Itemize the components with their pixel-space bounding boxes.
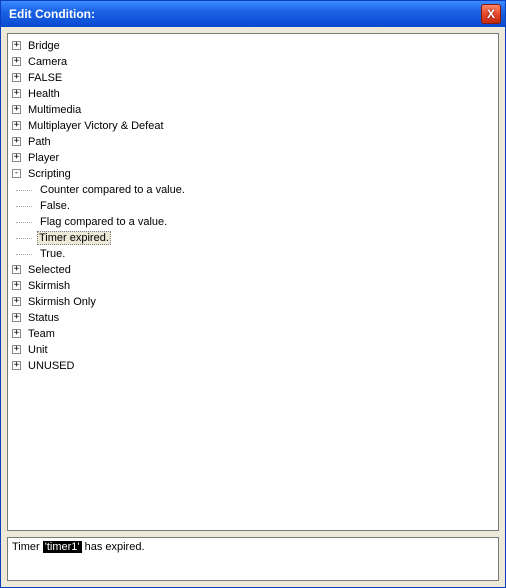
- tree-item-label[interactable]: UNUSED: [26, 360, 76, 372]
- tree-connector-icon: [16, 206, 32, 207]
- tree-item-label[interactable]: Unit: [26, 344, 50, 356]
- close-icon: X: [487, 7, 495, 21]
- tree-item-scripting[interactable]: -Scripting: [10, 166, 496, 182]
- tree-item-label[interactable]: Timer expired.: [37, 231, 111, 245]
- expander-icon[interactable]: +: [12, 361, 21, 370]
- tree-item-selected[interactable]: + Selected: [10, 262, 496, 278]
- tree-item-label[interactable]: Multiplayer Victory & Defeat: [26, 120, 166, 132]
- tree-item-unused[interactable]: + UNUSED: [10, 358, 496, 374]
- tree-item-true[interactable]: True.: [10, 246, 496, 262]
- window-title: Edit Condition:: [9, 7, 481, 21]
- tree-item-team[interactable]: + Team: [10, 326, 496, 342]
- expander-icon[interactable]: -: [12, 169, 21, 178]
- tree-item-label[interactable]: True.: [38, 248, 67, 260]
- tree-connector-icon: [16, 190, 32, 191]
- expander-icon[interactable]: +: [12, 57, 21, 66]
- tree-item-false[interactable]: + FALSE: [10, 70, 496, 86]
- desc-prefix: Timer: [12, 541, 43, 553]
- tree-item-label[interactable]: Player: [26, 152, 61, 164]
- expander-icon[interactable]: +: [12, 281, 21, 290]
- tree-item-label[interactable]: Bridge: [26, 40, 62, 52]
- tree-item-label[interactable]: Multimedia: [26, 104, 83, 116]
- expander-icon[interactable]: +: [12, 73, 21, 82]
- tree-item-player[interactable]: + Player: [10, 150, 496, 166]
- expander-icon[interactable]: +: [12, 265, 21, 274]
- expander-icon[interactable]: +: [12, 105, 21, 114]
- tree-item-label[interactable]: Counter compared to a value.: [38, 184, 187, 196]
- tree-item-label[interactable]: Status: [26, 312, 61, 324]
- tree-item-label[interactable]: Scripting: [26, 168, 73, 180]
- tree-item-flag-compared-to-a-value[interactable]: Flag compared to a value.: [10, 214, 496, 230]
- tree-item-label[interactable]: Flag compared to a value.: [38, 216, 169, 228]
- expander-icon[interactable]: +: [12, 89, 21, 98]
- tree-item-camera[interactable]: + Camera: [10, 54, 496, 70]
- tree-children: Counter compared to a value. False. Flag c…: [10, 182, 496, 262]
- tree-item-timer-expired[interactable]: Timer expired.: [10, 230, 496, 246]
- tree-item-unit[interactable]: + Unit: [10, 342, 496, 358]
- desc-param-timer[interactable]: 'timer1': [43, 541, 82, 553]
- desc-suffix: has expired.: [82, 541, 145, 553]
- expander-icon[interactable]: +: [12, 153, 21, 162]
- tree-connector-icon: [16, 222, 32, 223]
- edit-condition-window: Edit Condition: X + Bridge + Camera + FALSE + H…: [0, 0, 506, 588]
- expander-icon[interactable]: +: [12, 345, 21, 354]
- close-button[interactable]: X: [481, 4, 501, 24]
- titlebar: Edit Condition: X: [1, 1, 505, 27]
- expander-icon[interactable]: +: [12, 121, 21, 130]
- tree-item-path[interactable]: + Path: [10, 134, 496, 150]
- condition-description-panel: Timer 'timer1' has expired.: [7, 537, 499, 581]
- tree-item-label[interactable]: Health: [26, 88, 62, 100]
- tree-item-status[interactable]: + Status: [10, 310, 496, 326]
- tree-item-label[interactable]: Skirmish: [26, 280, 72, 292]
- condition-tree: + Bridge + Camera + FALSE + Health + Multimedia + M…: [10, 38, 496, 374]
- tree-item-skirmish[interactable]: + Skirmish: [10, 278, 496, 294]
- tree-item-label[interactable]: Path: [26, 136, 53, 148]
- tree-item-counter-compared-to-a-value[interactable]: Counter compared to a value.: [10, 182, 496, 198]
- expander-icon[interactable]: +: [12, 297, 21, 306]
- tree-item-label[interactable]: Team: [26, 328, 57, 340]
- tree-item-bridge[interactable]: + Bridge: [10, 38, 496, 54]
- tree-item-false[interactable]: False.: [10, 198, 496, 214]
- expander-icon[interactable]: +: [12, 41, 21, 50]
- client-area: + Bridge + Camera + FALSE + Health + Multimedia + M…: [7, 33, 499, 581]
- tree-connector-icon: [16, 254, 32, 255]
- tree-item-label[interactable]: False.: [38, 200, 72, 212]
- tree-item-label[interactable]: Camera: [26, 56, 69, 68]
- tree-item-label[interactable]: FALSE: [26, 72, 64, 84]
- expander-icon[interactable]: +: [12, 313, 21, 322]
- expander-icon[interactable]: +: [12, 137, 21, 146]
- expander-icon[interactable]: +: [12, 329, 21, 338]
- tree-item-label[interactable]: Selected: [26, 264, 73, 276]
- tree-item-skirmish-only[interactable]: + Skirmish Only: [10, 294, 496, 310]
- tree-connector-icon: [16, 238, 32, 239]
- tree-item-multiplayer-victory-defeat[interactable]: + Multiplayer Victory & Defeat: [10, 118, 496, 134]
- tree-item-health[interactable]: + Health: [10, 86, 496, 102]
- tree-item-label[interactable]: Skirmish Only: [26, 296, 98, 308]
- tree-item-multimedia[interactable]: + Multimedia: [10, 102, 496, 118]
- condition-tree-panel[interactable]: + Bridge + Camera + FALSE + Health + Multimedia + M…: [7, 33, 499, 531]
